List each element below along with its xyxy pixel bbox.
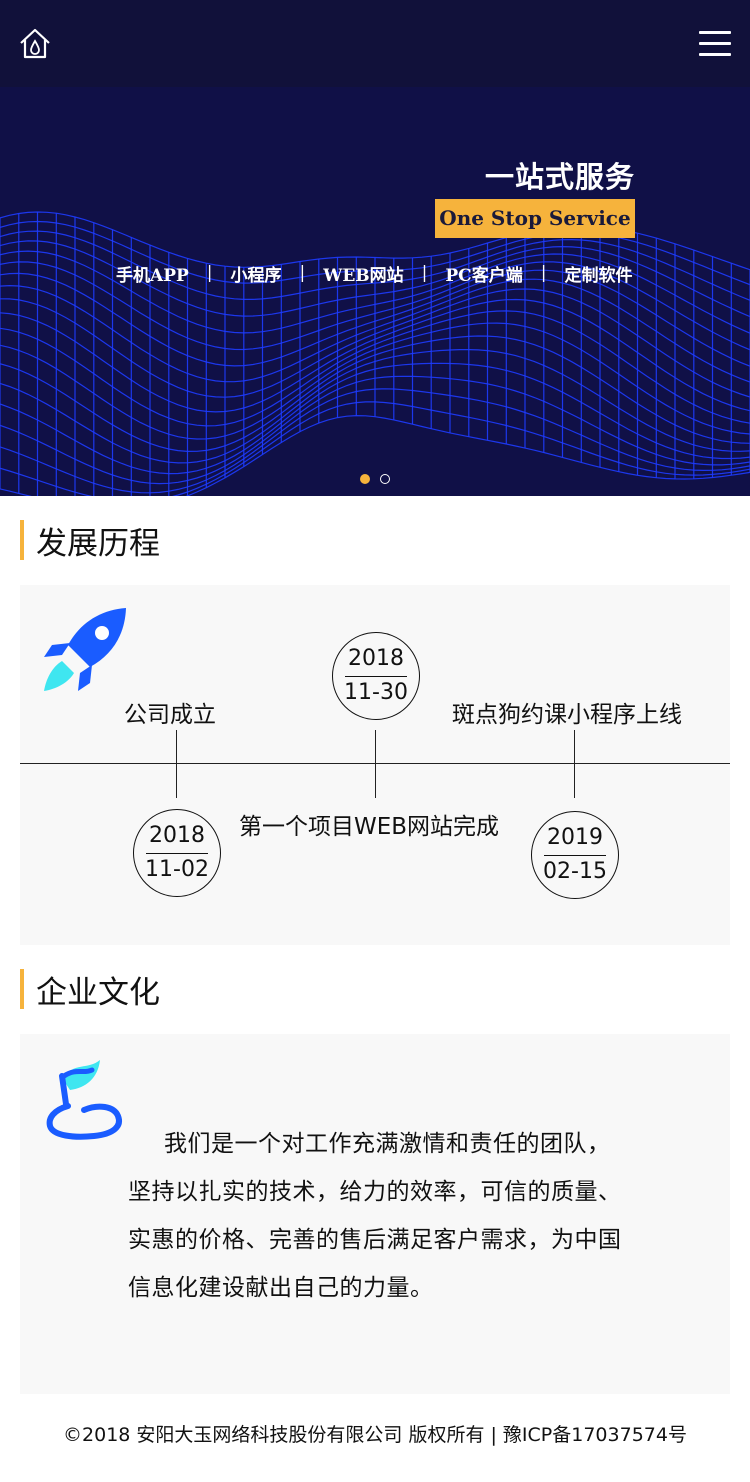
section-accent-bar <box>20 520 24 560</box>
milestone-3-date: 2019 02-15 <box>531 811 619 899</box>
rocket-icon <box>44 608 126 691</box>
culture-panel: 我们是一个对工作充满激情和责任的团队，坚持以扎实的技术，给力的效率，可信的质量、… <box>20 1034 730 1394</box>
separator: | <box>206 263 213 283</box>
milestone-3-year: 2019 <box>547 825 603 850</box>
culture-section-header: 企业文化 <box>20 969 160 1011</box>
banner-service-links: 手机APP | 小程序 | WEB网站 | PC客户端 | 定制软件 <box>116 261 632 286</box>
service-link-custom-software[interactable]: 定制软件 <box>564 261 632 286</box>
milestone-1-month-day: 11-02 <box>145 857 209 882</box>
separator: | <box>421 263 428 283</box>
history-timeline-panel: 公司成立 2018 11-02 2018 11-30 第一个项目WEB网站完成 … <box>20 585 730 945</box>
milestone-2-year: 2018 <box>348 646 404 671</box>
service-link-app[interactable]: 手机APP <box>116 261 189 286</box>
date-divider <box>345 676 407 677</box>
milestone-3-event: 斑点狗约课小程序上线 <box>452 702 682 728</box>
milestone-2-date: 2018 11-30 <box>332 632 420 720</box>
section-accent-bar <box>20 969 24 1009</box>
carousel-dot-2[interactable] <box>380 474 390 484</box>
banner-title: 一站式服务 <box>484 160 635 194</box>
milestone-1-year: 2018 <box>149 823 205 848</box>
carousel-indicators <box>360 474 400 484</box>
culture-description: 我们是一个对工作充满激情和责任的团队，坚持以扎实的技术，给力的效率，可信的质量、… <box>128 1120 623 1312</box>
milestone-3-month-day: 02-15 <box>543 859 607 884</box>
milestone-3-connector <box>574 730 575 798</box>
hero-banner[interactable]: 一站式服务 One Stop Service 手机APP | 小程序 | WEB… <box>0 87 750 496</box>
service-link-miniprogram[interactable]: 小程序 <box>231 261 282 286</box>
history-section-header: 发展历程 <box>20 520 160 562</box>
culture-text: 我们是一个对工作充满激情和责任的团队，坚持以扎实的技术，给力的效率，可信的质量、… <box>128 1131 622 1301</box>
milestone-1-connector <box>176 730 177 798</box>
milestone-1-date: 2018 11-02 <box>133 809 221 897</box>
hamburger-menu-icon[interactable] <box>699 31 731 57</box>
separator: | <box>299 263 306 283</box>
history-title: 发展历程 <box>36 525 160 562</box>
culture-title: 企业文化 <box>36 974 160 1011</box>
service-link-web[interactable]: WEB网站 <box>323 261 403 286</box>
milestone-2-connector <box>375 730 376 798</box>
banner-badge: One Stop Service <box>435 199 635 238</box>
footer-copyright: ©2018 安阳大玉网络科技股份有限公司 版权所有 | 豫ICP备1703757… <box>63 1424 687 1446</box>
wireframe-terrain-graphic <box>0 211 750 496</box>
carousel-dot-1[interactable] <box>360 474 370 484</box>
milestone-2-month-day: 11-30 <box>344 680 408 705</box>
separator: | <box>540 263 547 283</box>
date-divider <box>544 855 606 856</box>
date-divider <box>146 853 208 854</box>
milestone-1-event: 公司成立 <box>124 702 216 728</box>
home-icon[interactable] <box>18 27 52 61</box>
service-link-pc-client[interactable]: PC客户端 <box>445 261 522 286</box>
milestone-2-event: 第一个项目WEB网站完成 <box>239 814 500 840</box>
top-navigation-bar <box>0 0 750 87</box>
flag-icon <box>46 1060 122 1140</box>
